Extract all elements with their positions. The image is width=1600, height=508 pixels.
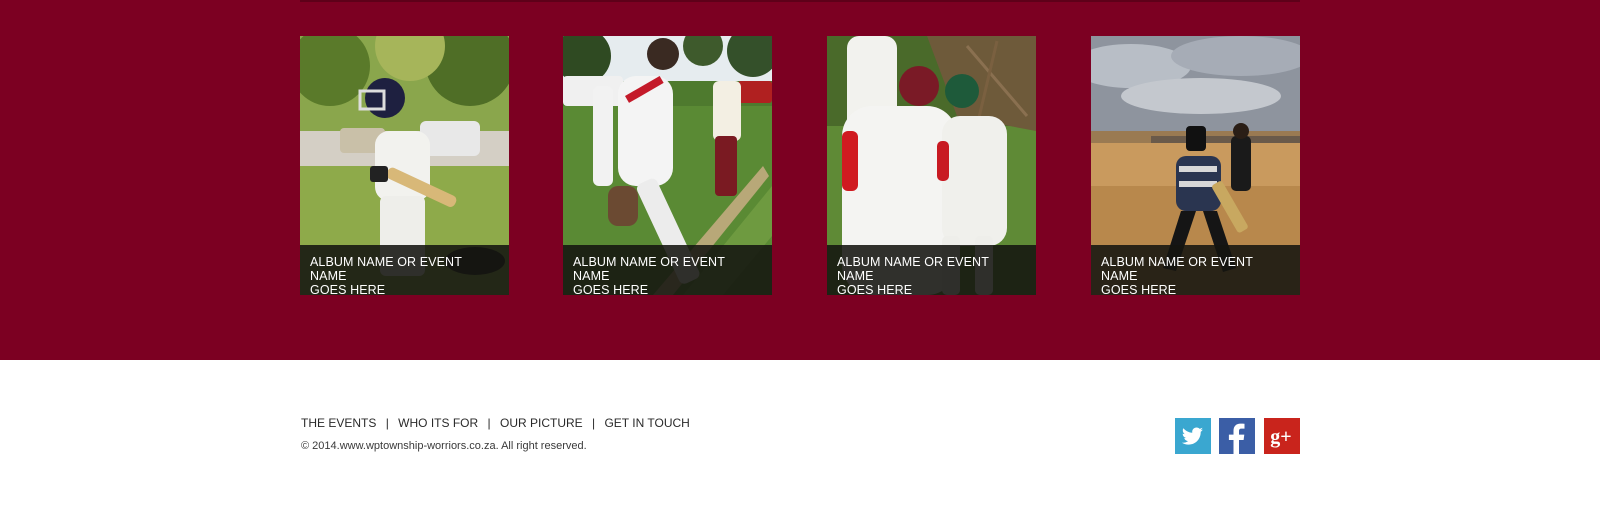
album-card[interactable]: ALBUM NAME OR EVENT NAME GOES HERE — [300, 36, 509, 295]
album-caption-line: ALBUM NAME OR EVENT NAME — [310, 255, 462, 283]
facebook-icon — [1219, 418, 1255, 454]
album-caption[interactable]: ALBUM NAME OR EVENT NAME GOES HERE — [1091, 245, 1300, 295]
footer-link-our-picture[interactable]: OUR PICTURE — [500, 416, 583, 430]
footer-link-get-in-touch[interactable]: GET IN TOUCH — [604, 416, 689, 430]
album-caption[interactable]: ALBUM NAME OR EVENT NAME GOES HERE — [300, 245, 509, 295]
album-caption-line: GOES HERE — [1101, 283, 1177, 295]
album-card[interactable]: ALBUM NAME OR EVENT NAME GOES HERE — [563, 36, 772, 295]
album-caption-line: GOES HERE — [837, 283, 913, 295]
nav-separator: | — [487, 416, 491, 430]
album-card[interactable]: ALBUM NAME OR EVENT NAME GOES HERE — [1091, 36, 1300, 295]
footer: THE EVENTS | WHO ITS FOR | OUR PICTURE |… — [0, 360, 1600, 508]
twitter-icon — [1175, 418, 1211, 454]
footer-nav: THE EVENTS | WHO ITS FOR | OUR PICTURE |… — [301, 416, 690, 430]
divider — [300, 0, 1300, 2]
album-card[interactable]: ALBUM NAME OR EVENT NAME GOES HERE — [827, 36, 1036, 295]
album-caption-line: GOES HERE — [573, 283, 649, 295]
nav-separator: | — [385, 416, 389, 430]
google-plus-icon: g+ — [1264, 418, 1300, 454]
twitter-button[interactable] — [1175, 418, 1211, 454]
google-plus-glyph: g+ — [1270, 426, 1291, 448]
facebook-button[interactable] — [1219, 418, 1255, 454]
copyright-text: © 2014.www.wptownship-worriors.co.za. Al… — [301, 440, 587, 452]
album-caption[interactable]: ALBUM NAME OR EVENT NAME GOES HERE — [827, 245, 1036, 295]
footer-link-who-its-for[interactable]: WHO ITS FOR — [398, 416, 478, 430]
footer-link-the-events[interactable]: THE EVENTS — [301, 416, 376, 430]
album-caption-line: ALBUM NAME OR EVENT NAME — [837, 255, 989, 283]
nav-separator: | — [592, 416, 596, 430]
album-caption[interactable]: ALBUM NAME OR EVENT NAME GOES HERE — [563, 245, 772, 295]
gallery-section: ALBUM NAME OR EVENT NAME GOES HERE ALBUM… — [0, 0, 1600, 360]
album-caption-line: ALBUM NAME OR EVENT NAME — [573, 255, 725, 283]
album-caption-line: GOES HERE — [310, 283, 386, 295]
album-caption-line: ALBUM NAME OR EVENT NAME — [1101, 255, 1253, 283]
google-plus-button[interactable]: g+ — [1264, 418, 1300, 454]
